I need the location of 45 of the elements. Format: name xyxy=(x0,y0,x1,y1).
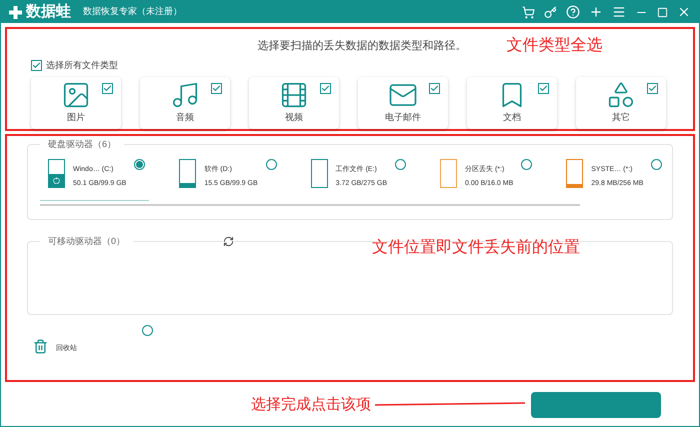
select-all-label: 选择所有文件类型 xyxy=(46,59,118,72)
trash-icon xyxy=(33,339,48,354)
file-type-label: 其它 xyxy=(612,111,630,124)
checkbox[interactable] xyxy=(211,82,222,94)
annotation-text: 选择完成点击该项 xyxy=(251,394,371,415)
file-type-card[interactable]: 电子邮件 xyxy=(358,76,448,128)
annotation-text: 文件位置即文件丢失前的位置 xyxy=(372,238,580,258)
file-type-card[interactable]: 音频 xyxy=(140,76,230,128)
checkbox[interactable] xyxy=(320,82,331,94)
checkbox[interactable] xyxy=(538,82,549,94)
plus-icon[interactable] xyxy=(589,5,603,19)
radio-button[interactable] xyxy=(266,159,277,170)
cart-icon[interactable] xyxy=(522,6,535,18)
radio-button[interactable] xyxy=(142,325,153,336)
radio-button[interactable] xyxy=(395,159,406,170)
checkbox[interactable] xyxy=(102,82,113,94)
close-icon[interactable] xyxy=(677,5,691,19)
menu-icon[interactable] xyxy=(612,5,626,19)
refresh-icon[interactable] xyxy=(223,236,234,248)
section-title: 硬盘驱动器（6） xyxy=(40,138,124,152)
file-type-card[interactable]: 文档 xyxy=(467,76,557,128)
key-icon[interactable] xyxy=(544,6,557,18)
app-logo: 数据蛙 xyxy=(26,2,71,22)
radio-button[interactable] xyxy=(521,159,532,170)
annotation-text: 文件类型全选 xyxy=(506,36,602,56)
radio-button[interactable] xyxy=(134,159,146,170)
checkbox[interactable] xyxy=(647,82,658,94)
file-type-label: 图片 xyxy=(67,111,85,124)
help-icon[interactable] xyxy=(566,5,580,19)
checkbox[interactable] xyxy=(31,60,42,72)
radio-button[interactable] xyxy=(651,159,662,170)
cross-logo-icon xyxy=(9,6,22,18)
file-type-label: 文档 xyxy=(503,111,521,124)
window-title: 数据恢复专家（未注册） xyxy=(83,5,182,18)
checkbox[interactable] xyxy=(429,82,440,94)
prompt-text: 选择要扫描的丢失数据的数据类型和路径。 xyxy=(258,38,466,54)
file-type-label: 视频 xyxy=(285,111,303,124)
file-type-card[interactable]: 视频 xyxy=(249,76,339,128)
file-type-card[interactable]: 图片 xyxy=(31,76,121,128)
file-type-label: 电子邮件 xyxy=(385,111,421,124)
file-type-card[interactable]: 其它 xyxy=(576,76,666,128)
maximize-icon[interactable] xyxy=(657,6,668,18)
section-title: 可移动驱动器（0） xyxy=(40,235,134,248)
file-type-label: 音频 xyxy=(176,111,194,124)
scrollbar[interactable] xyxy=(40,204,580,206)
